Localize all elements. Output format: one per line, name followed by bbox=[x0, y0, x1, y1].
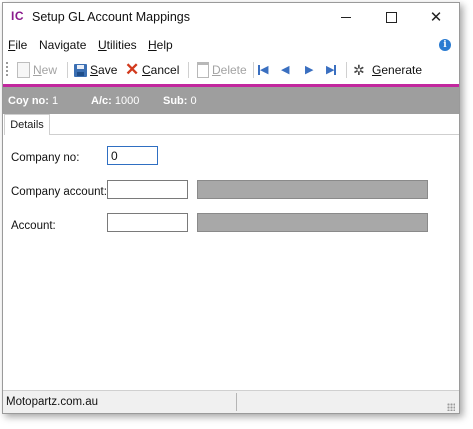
minimize-button[interactable] bbox=[323, 3, 369, 31]
info-icon[interactable]: i bbox=[439, 39, 451, 51]
previous-record-icon: ◀ bbox=[281, 64, 290, 76]
toolbar-separator bbox=[188, 62, 189, 78]
status-bar: Motopartz.com.au bbox=[3, 390, 459, 413]
account-label: Account: bbox=[11, 220, 56, 232]
generate-button[interactable]: ✲ Generate bbox=[353, 60, 422, 80]
cancel-button[interactable]: ✕ Cancel bbox=[125, 60, 179, 80]
company-no-label: Company no: bbox=[11, 152, 80, 164]
toolbar-grip[interactable] bbox=[6, 62, 8, 78]
menu-help[interactable]: Help bbox=[148, 38, 173, 52]
close-button[interactable]: ✕ bbox=[413, 3, 459, 31]
coy-no-info: Coy no: 1 bbox=[8, 95, 59, 107]
maximize-button[interactable] bbox=[368, 3, 414, 31]
account-input[interactable] bbox=[107, 213, 188, 232]
resize-grip[interactable] bbox=[447, 403, 455, 411]
company-account-description bbox=[197, 180, 428, 199]
toolbar-separator bbox=[67, 62, 68, 78]
menu-utilities[interactable]: Utilities bbox=[98, 38, 137, 52]
minimize-icon bbox=[341, 16, 351, 18]
generate-icon: ✲ bbox=[353, 62, 365, 78]
first-record-icon: ◀ bbox=[258, 64, 269, 76]
cancel-icon: ✕ bbox=[125, 60, 140, 79]
company-account-input[interactable] bbox=[107, 180, 188, 199]
menu-bar: File Navigate Utilities Help i bbox=[3, 32, 459, 56]
status-text: Motopartz.com.au bbox=[6, 396, 99, 408]
sub-info: Sub: 0 bbox=[163, 95, 197, 107]
new-document-icon bbox=[17, 62, 30, 78]
new-button[interactable]: New bbox=[15, 60, 57, 80]
delete-button[interactable]: Delete bbox=[195, 60, 247, 80]
tab-strip-border bbox=[49, 134, 459, 135]
title-bar: IC Setup GL Account Mappings ✕ bbox=[3, 3, 459, 31]
save-button[interactable]: Save bbox=[74, 60, 117, 80]
toolbar-separator bbox=[346, 62, 347, 78]
toolbar-separator bbox=[253, 62, 254, 78]
account-description bbox=[197, 213, 428, 232]
next-record-button[interactable]: ▶ bbox=[305, 60, 313, 80]
app-window: IC Setup GL Account Mappings ✕ File Navi… bbox=[2, 2, 460, 414]
tab-details[interactable]: Details bbox=[4, 114, 50, 135]
previous-record-button[interactable]: ◀ bbox=[281, 60, 289, 80]
last-record-button[interactable]: ▶ bbox=[326, 60, 337, 80]
maximize-icon bbox=[385, 11, 397, 23]
menu-file[interactable]: File bbox=[8, 38, 27, 52]
first-record-button[interactable]: ◀ bbox=[258, 60, 268, 80]
window-title: Setup GL Account Mappings bbox=[32, 10, 190, 24]
last-record-icon: ▶ bbox=[326, 64, 337, 76]
record-info-bar: Coy no: 1 A/c: 1000 Sub: 0 bbox=[3, 87, 459, 114]
toolbar: New Save ✕ Cancel Delete ◀ ◀ ▶ ▶ ✲ Gener… bbox=[3, 57, 459, 83]
company-no-input[interactable] bbox=[107, 146, 158, 165]
app-logo: IC bbox=[11, 9, 24, 23]
status-separator bbox=[236, 393, 237, 411]
close-icon: ✕ bbox=[429, 8, 443, 26]
company-account-label: Company account: bbox=[11, 186, 107, 198]
account-info: A/c: 1000 bbox=[91, 95, 140, 107]
trash-icon bbox=[197, 62, 209, 78]
next-record-icon: ▶ bbox=[305, 64, 314, 76]
menu-navigate[interactable]: Navigate bbox=[39, 38, 86, 52]
save-icon bbox=[74, 63, 87, 77]
